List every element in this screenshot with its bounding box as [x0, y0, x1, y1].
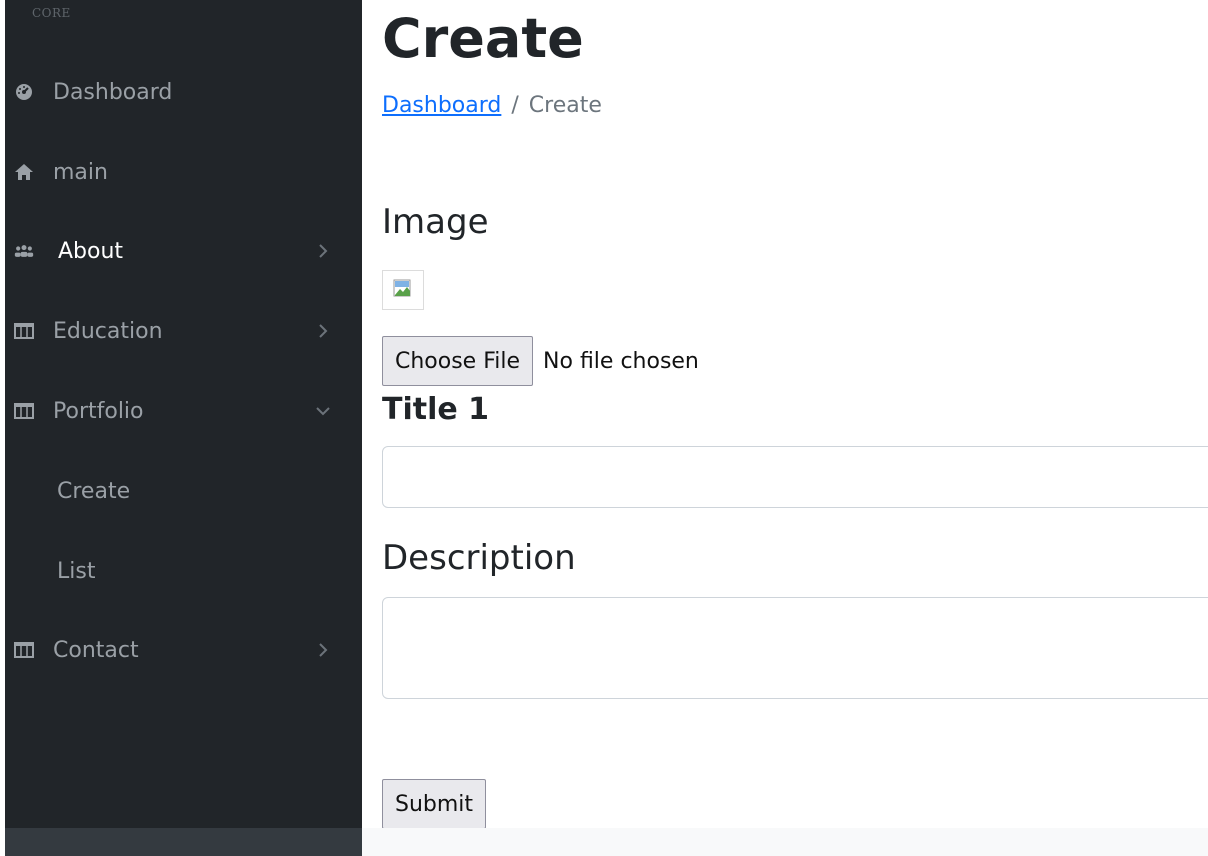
- main-footer: [362, 828, 1208, 856]
- breadcrumb-link-dashboard[interactable]: Dashboard: [382, 93, 501, 118]
- sidebar-item-label: Contact: [53, 637, 139, 663]
- broken-image-icon: [393, 279, 413, 303]
- sidebar-subitem-create[interactable]: Create: [5, 451, 362, 531]
- choose-file-button[interactable]: Choose File: [382, 336, 534, 386]
- title-input[interactable]: [382, 446, 1208, 508]
- columns-icon: [14, 321, 34, 341]
- sidebar-item-main[interactable]: main: [5, 132, 362, 212]
- description-textarea[interactable]: [382, 597, 1208, 699]
- sidebar-subitem-list[interactable]: List: [5, 531, 362, 611]
- chevron-right-icon: [315, 642, 331, 658]
- sidebar-item-label: Dashboard: [53, 79, 173, 105]
- sidebar-item-education[interactable]: Education: [5, 291, 362, 371]
- description-label: Description: [382, 538, 576, 578]
- breadcrumb-separator: /: [511, 93, 519, 118]
- sidebar-item-about[interactable]: About: [5, 211, 362, 291]
- submit-button[interactable]: Submit: [382, 779, 487, 829]
- sidebar-item-contact[interactable]: Contact: [5, 610, 362, 690]
- page-title: Create: [382, 7, 584, 70]
- columns-icon: [14, 401, 34, 421]
- sidebar-item-label: Portfolio: [53, 398, 144, 424]
- sidebar-subitem-label: List: [57, 558, 96, 584]
- breadcrumb: Dashboard / Create: [382, 93, 602, 118]
- sidebar-item-portfolio[interactable]: Portfolio: [5, 371, 362, 451]
- main-content: Create Dashboard / Create Image Choose Fil…: [362, 0, 1208, 829]
- image-preview: [382, 270, 424, 310]
- sidebar-subitem-label: Create: [57, 478, 131, 504]
- sidebar-footer: [5, 828, 362, 856]
- file-status: No file chosen: [543, 348, 699, 374]
- chevron-right-icon: [315, 243, 331, 259]
- sidebar-item-dashboard[interactable]: Dashboard: [5, 52, 362, 132]
- image-label: Image: [382, 202, 489, 242]
- sidebar-item-label: About: [58, 238, 124, 264]
- users-icon: [14, 241, 34, 261]
- file-input: Choose File No file chosen: [382, 336, 699, 386]
- home-icon: [14, 162, 34, 182]
- tachometer-icon: [14, 82, 34, 102]
- title-label: Title 1: [382, 392, 490, 427]
- columns-icon: [14, 640, 34, 660]
- chevron-right-icon: [315, 323, 331, 339]
- chevron-down-icon: [315, 403, 331, 419]
- breadcrumb-current: Create: [528, 93, 602, 118]
- sidebar-heading: CORE: [32, 6, 71, 20]
- sidebar-item-label: main: [53, 159, 108, 185]
- sidebar-item-label: Education: [53, 318, 163, 344]
